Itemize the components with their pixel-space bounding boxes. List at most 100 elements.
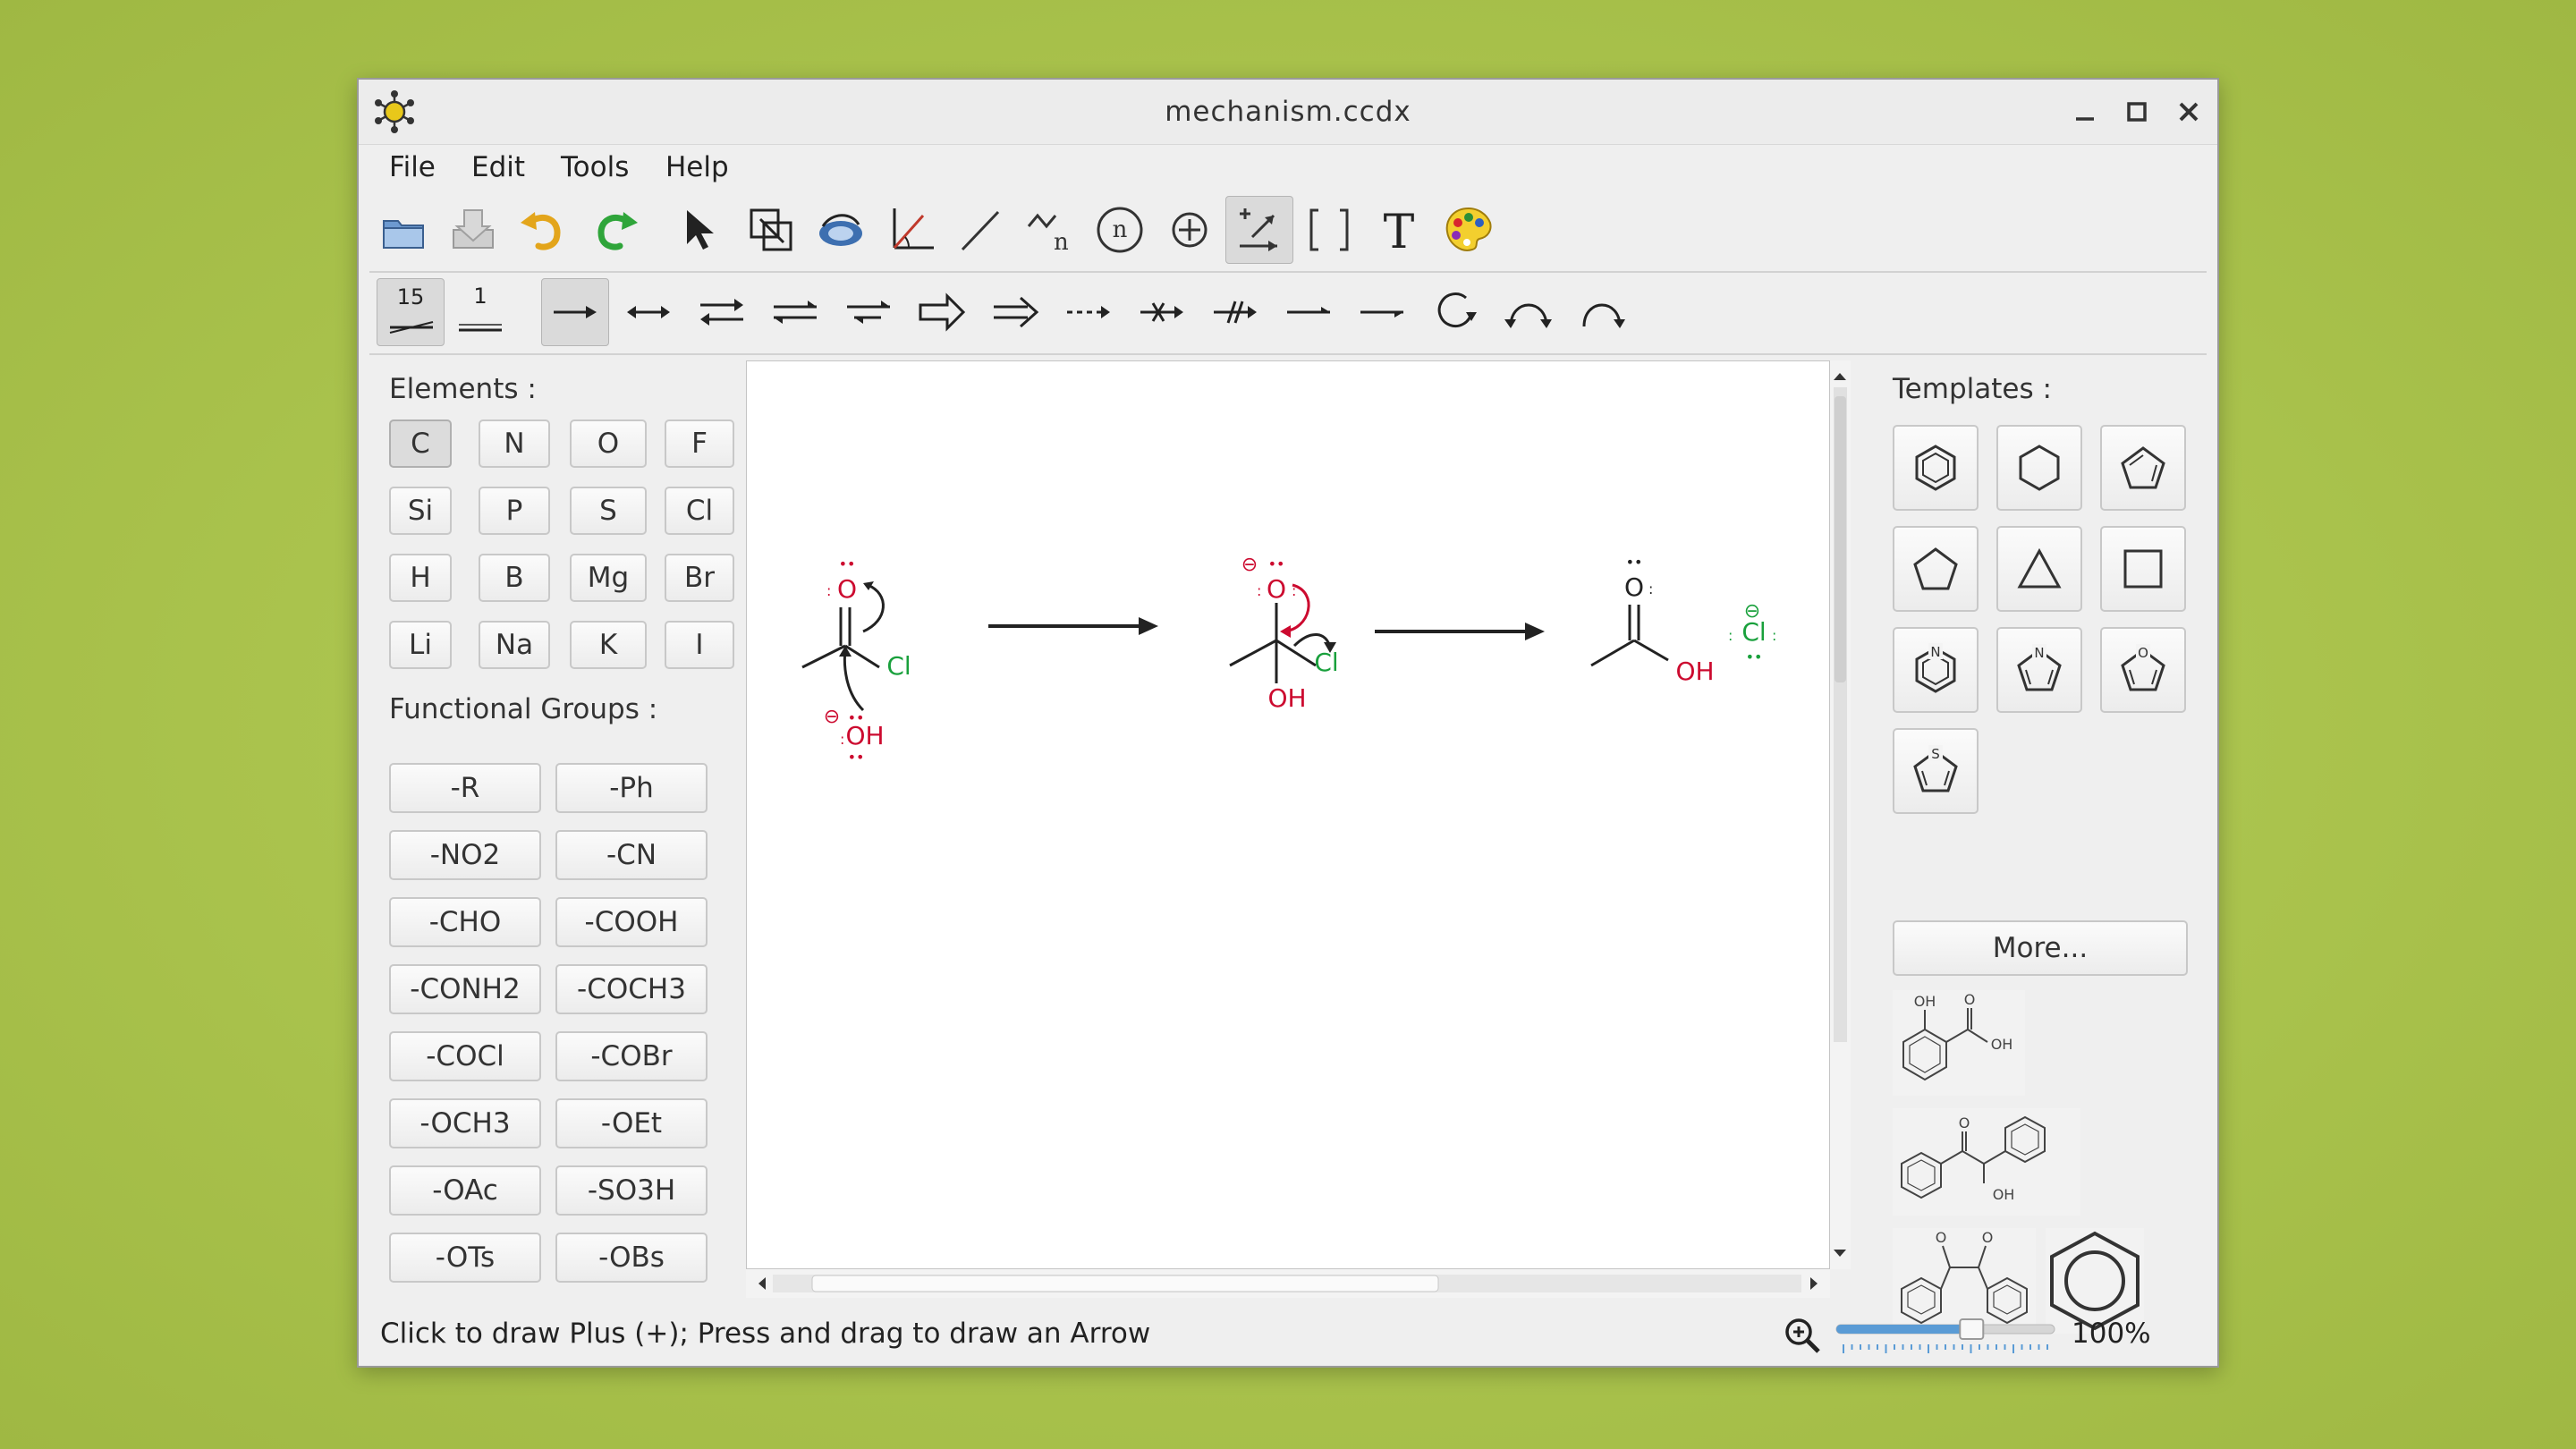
cyclopropane-icon[interactable] xyxy=(1996,526,2082,612)
status-bar: Click to draw Plus (+); Press and drag t… xyxy=(359,1307,2217,1362)
curved-arrow-single-icon[interactable] xyxy=(1568,278,1636,346)
resize-icon[interactable] xyxy=(737,196,805,264)
functional-group-button[interactable]: -OAc xyxy=(389,1165,541,1216)
functional-group-button[interactable]: -Ph xyxy=(555,763,708,813)
benzene-icon[interactable] xyxy=(1893,425,1979,511)
equilibrium-arrow-icon[interactable] xyxy=(688,278,756,346)
save-icon[interactable] xyxy=(439,196,507,264)
arrow-toolbar: 15 1 xyxy=(369,273,2207,355)
lone-pair-label: : xyxy=(1728,627,1733,644)
element-button-si[interactable]: Si xyxy=(389,487,452,535)
drawing-canvas[interactable]: O •• : Cl ⊖ OH •• •• : O ⊖ ••:: Cl OH … xyxy=(746,360,1830,1269)
element-button-na[interactable]: Na xyxy=(479,621,550,669)
select-arrow-icon[interactable] xyxy=(667,196,735,264)
functional-group-button[interactable]: -COCl xyxy=(389,1031,541,1081)
element-button-n[interactable]: N xyxy=(479,419,550,468)
functional-group-button[interactable]: -CHO xyxy=(389,897,541,947)
element-button-cl[interactable]: Cl xyxy=(665,487,734,535)
pyrrole-icon[interactable]: N xyxy=(1996,627,2082,713)
element-button-c[interactable]: C xyxy=(389,419,452,468)
crossed-arrow-icon[interactable] xyxy=(1201,278,1269,346)
close-button[interactable] xyxy=(2169,92,2208,131)
maximize-button[interactable] xyxy=(2117,92,2157,131)
functional-group-button[interactable]: -CN xyxy=(555,830,708,880)
bracket-icon[interactable] xyxy=(1295,196,1363,264)
furan-icon[interactable]: O xyxy=(2100,627,2186,713)
dashed-arrow-icon[interactable] xyxy=(1055,278,1123,346)
palette-icon[interactable] xyxy=(1435,196,1503,264)
equilibrium-arrow-2-icon[interactable] xyxy=(761,278,829,346)
reaction-arrow-tool-icon[interactable] xyxy=(1225,196,1293,264)
curved-arrow-double-icon[interactable] xyxy=(1495,278,1563,346)
functional-group-button[interactable]: -SO3H xyxy=(555,1165,708,1216)
element-button-p[interactable]: P xyxy=(479,487,550,535)
functional-group-button[interactable]: -OEt xyxy=(555,1098,708,1148)
cyclopentane-icon[interactable] xyxy=(1893,526,1979,612)
menu-tools[interactable]: Tools xyxy=(561,151,629,183)
unbalanced-equilibrium-arrow-icon[interactable] xyxy=(835,278,902,346)
functional-group-button[interactable]: -OTs xyxy=(389,1233,541,1283)
text-icon[interactable]: T xyxy=(1365,196,1433,264)
pyridine-icon[interactable]: N xyxy=(1893,627,1979,713)
angle-icon[interactable] xyxy=(877,196,945,264)
element-button-f[interactable]: F xyxy=(665,419,734,468)
recent-structure-benzoin[interactable]: O OH xyxy=(1893,1108,2080,1216)
open-icon[interactable] xyxy=(369,196,437,264)
single-arrow-icon[interactable] xyxy=(541,278,609,346)
functional-group-button[interactable]: -NO2 xyxy=(389,830,541,880)
thiophene-icon[interactable]: S xyxy=(1893,728,1979,814)
title-bar: mechanism.ccdx xyxy=(359,80,2217,145)
element-button-li[interactable]: Li xyxy=(389,621,452,669)
functional-group-button[interactable]: -OBs xyxy=(555,1233,708,1283)
zoom-slider[interactable] xyxy=(1835,1312,2058,1357)
double-headed-arrow-icon[interactable] xyxy=(614,278,682,346)
bond-line-icon[interactable] xyxy=(946,196,1014,264)
vertical-scrollbar[interactable] xyxy=(1830,360,1851,1269)
plus-circle-icon[interactable] xyxy=(1156,196,1224,264)
cyclohexane-icon[interactable] xyxy=(1996,425,2082,511)
tetrahedral-intermediate-molecule[interactable]: O ⊖ •• : : Cl OH xyxy=(1229,554,1339,713)
element-button-o[interactable]: O xyxy=(570,419,647,468)
hydroxyl-label: OH xyxy=(1267,683,1306,713)
bond-length-1-button[interactable]: 1 xyxy=(446,278,514,346)
menu-edit[interactable]: Edit xyxy=(471,151,525,183)
bond-length-15-button[interactable]: 15 xyxy=(377,278,445,346)
menu-file[interactable]: File xyxy=(389,151,436,183)
functional-group-button[interactable]: -COCH3 xyxy=(555,964,708,1014)
cyclobutane-icon[interactable] xyxy=(2100,526,2186,612)
functional-group-button[interactable]: -COOH xyxy=(555,897,708,947)
more-templates-button[interactable]: More... xyxy=(1893,920,2188,976)
zoom-in-icon[interactable] xyxy=(1783,1316,1822,1355)
element-button-br[interactable]: Br xyxy=(665,554,734,602)
carboxylic-acid-molecule[interactable]: O •• : OH ⊖ Cl : : •• xyxy=(1590,554,1776,686)
horizontal-scrollbar[interactable] xyxy=(746,1269,1830,1298)
chain-icon[interactable]: n xyxy=(1016,196,1084,264)
double-line-arrow-icon[interactable] xyxy=(981,278,1049,346)
element-button-s[interactable]: S xyxy=(570,487,647,535)
n-circle-icon[interactable]: n xyxy=(1086,196,1154,264)
functional-group-button[interactable]: -CONH2 xyxy=(389,964,541,1014)
functional-group-button[interactable]: -R xyxy=(389,763,541,813)
cyclopentadiene-icon[interactable] xyxy=(2100,425,2186,511)
element-button-b[interactable]: B xyxy=(479,554,550,602)
redo-icon[interactable] xyxy=(582,196,650,264)
recent-structure-salicylic-acid[interactable]: OH O OH xyxy=(1893,990,2025,1096)
element-button-h[interactable]: H xyxy=(389,554,452,602)
half-arrow-icon[interactable] xyxy=(1275,278,1343,346)
undo-icon[interactable] xyxy=(508,196,576,264)
circle-arrow-icon[interactable] xyxy=(1421,278,1489,346)
element-button-mg[interactable]: Mg xyxy=(570,554,647,602)
functional-groups-label: Functional Groups : xyxy=(389,693,658,725)
no-go-arrow-icon[interactable] xyxy=(1128,278,1196,346)
half-arrow-2-icon[interactable] xyxy=(1348,278,1416,346)
hollow-arrow-icon[interactable] xyxy=(908,278,976,346)
functional-group-button[interactable]: -OCH3 xyxy=(389,1098,541,1148)
element-button-k[interactable]: K xyxy=(570,621,647,669)
minimize-button[interactable] xyxy=(2065,92,2105,131)
menu-help[interactable]: Help xyxy=(665,151,729,183)
rotate-icon[interactable] xyxy=(807,196,875,264)
acyl-chloride-molecule[interactable]: O •• : Cl ⊖ OH •• •• : xyxy=(801,555,911,766)
recent-oh-label: OH xyxy=(1991,1036,2013,1053)
element-button-i[interactable]: I xyxy=(665,621,734,669)
functional-group-button[interactable]: -COBr xyxy=(555,1031,708,1081)
